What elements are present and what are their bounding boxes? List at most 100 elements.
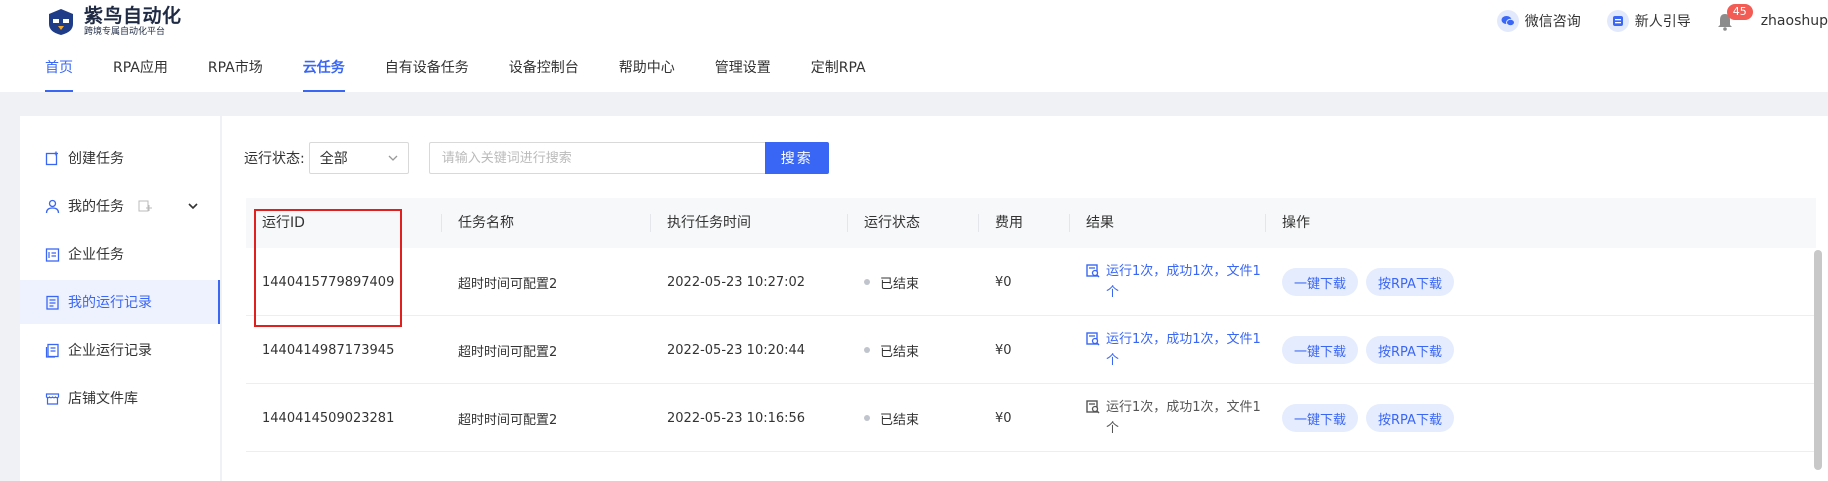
add-task-icon[interactable]: [138, 199, 152, 213]
result-text-cont: 个: [1106, 353, 1120, 368]
column-header: 费用: [995, 215, 1023, 231]
filter-bar: 运行状态: 全部 搜索: [244, 142, 829, 174]
column-header: 执行任务时间: [667, 215, 751, 231]
nav-home[interactable]: 首页: [45, 56, 73, 92]
result-cell: 运行1次，成功1次，文件1 个: [1070, 248, 1276, 316]
one-click-download-button[interactable]: 一键下载: [1282, 404, 1359, 432]
table-row: 1440415779897409 超时时间可配置2 2022-05-23 10:…: [246, 248, 1816, 316]
bird-logo-icon: [46, 8, 76, 36]
wechat-icon: [1496, 10, 1519, 32]
chevron-down-icon: [388, 155, 398, 161]
actions-cell: 一键下载 按RPA下载: [1266, 384, 1462, 452]
notification-badge: 45: [1726, 4, 1753, 20]
run-records-table: 运行ID 任务名称 执行任务时间 运行状态 费用 结果 操作 144041577…: [246, 198, 1816, 452]
chevron-down-icon[interactable]: [188, 202, 198, 210]
nav-own-device-tasks[interactable]: 自有设备任务: [385, 56, 469, 92]
exec-time-cell: 2022-05-23 10:27:02: [667, 274, 806, 290]
header-actions: 微信咨询 新人引导 45 zhaoshup: [1496, 4, 1828, 34]
nav-settings[interactable]: 管理设置: [715, 56, 771, 92]
newbie-guide-link[interactable]: 新人引导: [1606, 10, 1691, 32]
exec-time-cell: 2022-05-23 10:20:44: [667, 342, 806, 358]
status-dot: [864, 415, 870, 421]
status-text: 已结束: [880, 344, 920, 360]
one-click-download-button[interactable]: 一键下载: [1282, 268, 1359, 296]
sidebar-item-create-task[interactable]: 创建任务: [20, 136, 220, 180]
report-search-icon: [1086, 332, 1100, 346]
annotation-highlight-box: [254, 209, 402, 327]
result-text: 运行1次，成功1次，文件1: [1106, 264, 1261, 279]
result-text: 运行1次，成功1次，文件1: [1106, 400, 1261, 415]
download-by-rpa-button[interactable]: 按RPA下载: [1366, 336, 1454, 364]
user-icon: [44, 198, 60, 214]
newbie-guide-label: 新人引导: [1634, 14, 1691, 30]
main-panel: 运行状态: 全部 搜索 运行ID 任务名称 执行任务时间 运行状态 费用 结果 …: [222, 116, 1828, 481]
sidebar-item-label: 创建任务: [68, 151, 124, 167]
status-select[interactable]: 全部: [308, 142, 409, 174]
sidebar-item-enterprise-tasks[interactable]: 企业任务: [20, 232, 220, 276]
result-link[interactable]: 运行1次，成功1次，文件1 个: [1086, 261, 1276, 303]
download-by-rpa-button[interactable]: 按RPA下载: [1366, 268, 1454, 296]
result-link[interactable]: 运行1次，成功1次，文件1 个: [1086, 329, 1276, 371]
vertical-scrollbar[interactable]: [1814, 250, 1822, 470]
sidebar: 创建任务 我的任务 企业任务 我的运行记录 企业运行记录 店铺文件库: [20, 116, 220, 481]
fee-cell: ¥0: [995, 410, 1012, 426]
column-header: 结果: [1086, 215, 1114, 231]
status-text: 已结束: [880, 276, 920, 292]
nav-device-console[interactable]: 设备控制台: [509, 56, 579, 92]
download-by-rpa-button[interactable]: 按RPA下载: [1366, 404, 1454, 432]
wechat-consult-label: 微信咨询: [1524, 14, 1581, 30]
result-text-cont: 个: [1106, 285, 1120, 300]
exec-time-cell: 2022-05-23 10:16:56: [667, 410, 806, 426]
search-button[interactable]: 搜索: [764, 142, 829, 174]
logo-subtitle: 跨境专属自动化平台: [84, 27, 166, 37]
sidebar-item-label: 店铺文件库: [68, 391, 138, 407]
sidebar-item-label: 我的任务: [68, 199, 124, 215]
table-row: 1440414509023281 超时时间可配置2 2022-05-23 10:…: [246, 384, 1816, 452]
task-name-cell: 超时时间可配置2: [458, 412, 558, 428]
sidebar-item-my-run-records[interactable]: 我的运行记录: [20, 280, 220, 324]
sidebar-item-enterprise-run-records[interactable]: 企业运行记录: [20, 328, 220, 372]
top-header: 紫鸟自动化 跨境专属自动化平台 首页 RPA应用 RPA市场 云任务 自有设备任…: [0, 0, 1828, 92]
enterprise-record-icon: [44, 342, 60, 358]
sidebar-item-label: 企业运行记录: [68, 343, 152, 359]
report-search-icon: [1086, 264, 1100, 278]
sidebar-item-my-tasks[interactable]: 我的任务: [20, 184, 220, 228]
column-header: 任务名称: [458, 215, 514, 231]
status-cell: 已结束: [848, 248, 919, 316]
enterprise-task-icon: [44, 246, 60, 262]
search-input[interactable]: [428, 142, 765, 174]
result-text: 运行1次，成功1次，文件1: [1106, 332, 1261, 347]
store-icon: [44, 390, 60, 406]
status-select-value: 全部: [319, 151, 348, 167]
status-text: 已结束: [880, 412, 920, 428]
status-dot: [864, 347, 870, 353]
notification-bell[interactable]: 45: [1717, 4, 1753, 32]
wechat-consult-link[interactable]: 微信咨询: [1496, 10, 1581, 32]
nav-custom-rpa[interactable]: 定制RPA: [811, 56, 866, 92]
result-cell: 运行1次，成功1次，文件1 个: [1070, 316, 1276, 384]
logo-title: 紫鸟自动化: [84, 5, 182, 27]
fee-cell: ¥0: [995, 274, 1012, 290]
nav-help-center[interactable]: 帮助中心: [619, 56, 675, 92]
sidebar-item-label: 企业任务: [68, 247, 124, 263]
fee-cell: ¥0: [995, 342, 1012, 358]
sidebar-item-label: 我的运行记录: [68, 295, 152, 311]
status-cell: 已结束: [848, 384, 919, 452]
table-header: 运行ID 任务名称 执行任务时间 运行状态 费用 结果 操作: [246, 198, 1816, 248]
status-cell: 已结束: [848, 316, 919, 384]
task-name-cell: 超时时间可配置2: [458, 276, 558, 292]
create-task-icon: [44, 150, 60, 166]
table-row: 1440414987173945 超时时间可配置2 2022-05-23 10:…: [246, 316, 1816, 384]
logo[interactable]: 紫鸟自动化 跨境专属自动化平台: [46, 6, 182, 38]
sidebar-item-store-file-library[interactable]: 店铺文件库: [20, 376, 220, 420]
nav-rpa-apps[interactable]: RPA应用: [113, 56, 168, 92]
run-record-icon: [44, 294, 60, 310]
actions-cell: 一键下载 按RPA下载: [1266, 248, 1462, 316]
result-text-cont: 个: [1106, 421, 1120, 436]
one-click-download-button[interactable]: 一键下载: [1282, 336, 1359, 364]
result-link[interactable]: 运行1次，成功1次，文件1 个: [1086, 397, 1276, 439]
nav-cloud-tasks[interactable]: 云任务: [302, 56, 345, 92]
nav-rpa-market[interactable]: RPA市场: [208, 56, 263, 92]
status-filter-label: 运行状态:: [244, 151, 305, 167]
username[interactable]: zhaoshup: [1761, 13, 1828, 29]
